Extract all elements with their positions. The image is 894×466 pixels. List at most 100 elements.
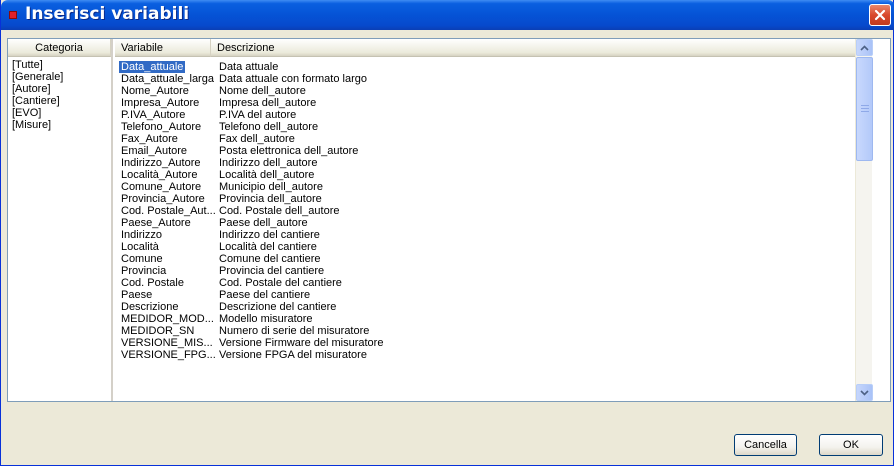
variable-description: Località dell_autore xyxy=(219,169,315,181)
variable-name: Cod. Postale_Aut... xyxy=(121,205,216,217)
table-row[interactable]: MEDIDOR_MOD... Modello misuratore xyxy=(115,313,872,325)
variable-name: MEDIDOR_MOD... xyxy=(121,313,214,325)
variable-column-header[interactable]: Variabile xyxy=(115,39,211,57)
variable-description: Municipio dell_autore xyxy=(219,181,323,193)
variable-name: VERSIONE_MIS... xyxy=(121,337,213,349)
category-item[interactable]: [Cantiere] xyxy=(12,95,63,107)
variable-description: Cod. Postale del cantiere xyxy=(219,277,342,289)
category-item[interactable]: [Generale] xyxy=(12,71,63,83)
variable-description: Posta elettronica dell_autore xyxy=(219,145,359,157)
close-button[interactable] xyxy=(869,4,891,26)
variable-description: Data attuale con formato largo xyxy=(219,73,367,85)
dialog-window: Inserisci variabili Categoria [Tutte] [Ge… xyxy=(0,0,894,466)
ok-button[interactable]: OK xyxy=(819,434,883,456)
variable-name: Località xyxy=(121,241,159,253)
variable-description: Descrizione del cantiere xyxy=(219,301,337,313)
variable-description: Modello misuratore xyxy=(219,313,313,325)
table-row[interactable]: VERSIONE_FPG... Versione FPGA del misurat… xyxy=(115,349,872,361)
variable-name: Provincia xyxy=(121,265,167,277)
close-icon xyxy=(874,9,886,21)
variable-description: Provincia dell_autore xyxy=(219,193,322,205)
variable-description: Località del cantiere xyxy=(219,241,317,253)
category-items: [Tutte] [Generale] [Autore] [Cantiere] [EVO]… xyxy=(12,59,63,131)
variable-name: Fax_Autore xyxy=(121,133,178,145)
variable-name: Comune_Autore xyxy=(121,181,202,193)
table-row[interactable]: Telefono_Autore Telefono dell_autore xyxy=(115,121,872,133)
variable-name: Cod. Postale xyxy=(121,277,184,289)
table-row[interactable]: Comune Comune del cantiere xyxy=(115,253,872,265)
variable-description: Nome dell_autore xyxy=(219,85,306,97)
table-row[interactable]: Località_Autore Località dell_autore xyxy=(115,169,872,181)
table-row[interactable]: Comune_Autore Municipio dell_autore xyxy=(115,181,872,193)
category-item[interactable]: [Autore] xyxy=(12,83,63,95)
variable-name: Impresa_Autore xyxy=(121,97,200,109)
variable-description: Data attuale xyxy=(219,61,279,73)
variable-name: Località_Autore xyxy=(121,169,198,181)
variable-name: MEDIDOR_SN xyxy=(121,325,195,337)
category-item[interactable]: [Tutte] xyxy=(12,59,63,71)
table-row[interactable]: Email_Autore Posta elettronica dell_autor… xyxy=(115,145,872,157)
variable-description: Fax dell_autore xyxy=(219,133,295,145)
content-area: Categoria [Tutte] [Generale] [Autore] [Cant… xyxy=(7,38,891,402)
variable-description: Impresa dell_autore xyxy=(219,97,317,109)
category-list[interactable]: Categoria [Tutte] [Generale] [Autore] [Cant… xyxy=(8,39,113,401)
table-row[interactable]: Località Località del cantiere xyxy=(115,241,872,253)
variable-description: Telefono dell_autore xyxy=(219,121,319,133)
variable-name: Descrizione xyxy=(121,301,179,313)
table-row[interactable]: Indirizzo Indirizzo del cantiere xyxy=(115,229,872,241)
scroll-up-button[interactable] xyxy=(856,39,873,56)
table-row[interactable]: MEDIDOR_SN Numero di serie del misuratore xyxy=(115,325,872,337)
variable-name: Data_attuale_larga xyxy=(121,73,214,85)
table-row[interactable]: Provincia Provincia del cantiere xyxy=(115,265,872,277)
table-row[interactable]: Impresa_Autore Impresa dell_autore xyxy=(115,97,872,109)
variable-name: Provincia_Autore xyxy=(121,193,205,205)
variable-description: Paese dell_autore xyxy=(219,217,308,229)
vertical-scrollbar[interactable] xyxy=(855,39,873,401)
category-item[interactable]: [EVO] xyxy=(12,107,63,119)
thumb-grip xyxy=(861,105,869,106)
chevron-up-icon xyxy=(860,44,869,51)
variable-description: Numero di serie del misuratore xyxy=(219,325,370,337)
scrollbar-thumb[interactable] xyxy=(856,57,873,161)
variable-name: Paese xyxy=(121,289,153,301)
title-bar[interactable]: Inserisci variabili xyxy=(1,0,894,30)
table-row[interactable]: P.IVA_Autore P.IVA del autore xyxy=(115,109,872,121)
table-row[interactable]: Provincia_Autore Provincia dell_autore xyxy=(115,193,872,205)
variable-name: Comune xyxy=(121,253,163,265)
category-item[interactable]: [Misure] xyxy=(12,119,63,131)
variable-description: Indirizzo dell_autore xyxy=(219,157,318,169)
table-row[interactable]: Data_attuale Data attuale xyxy=(115,61,872,73)
variable-rows: Data_attuale Data attuale Data_attuale_lar… xyxy=(115,61,872,361)
variable-name: Nome_Autore xyxy=(121,85,189,97)
variable-name: Indirizzo_Autore xyxy=(121,157,201,169)
table-row[interactable]: Descrizione Descrizione del cantiere xyxy=(115,301,872,313)
scroll-down-button[interactable] xyxy=(856,384,873,401)
variable-description: P.IVA del autore xyxy=(219,109,297,121)
variable-description: Cod. Postale dell_autore xyxy=(219,205,340,217)
cancel-button[interactable]: Cancella xyxy=(734,434,797,456)
variable-name: VERSIONE_FPG... xyxy=(121,349,216,361)
table-row[interactable]: Fax_Autore Fax dell_autore xyxy=(115,133,872,145)
variable-description: Indirizzo del cantiere xyxy=(219,229,320,241)
variable-list[interactable]: Variabile Descrizione Data_attuale Data a… xyxy=(115,39,873,401)
variable-name: Data_attuale xyxy=(119,61,186,73)
table-row[interactable]: Indirizzo_Autore Indirizzo dell_autore xyxy=(115,157,872,169)
variable-description: Versione Firmware del misuratore xyxy=(219,337,384,349)
category-column-header[interactable]: Categoria xyxy=(8,39,111,57)
table-row[interactable]: Nome_Autore Nome dell_autore xyxy=(115,85,872,97)
table-row[interactable]: Cod. Postale Cod. Postale del cantiere xyxy=(115,277,872,289)
chevron-down-icon xyxy=(860,389,869,396)
variable-description: Provincia del cantiere xyxy=(219,265,325,277)
description-column-header[interactable]: Descrizione xyxy=(211,39,872,57)
table-row[interactable]: Data_attuale_larga Data attuale con forma… xyxy=(115,73,872,85)
variable-name: Paese_Autore xyxy=(121,217,191,229)
table-row[interactable]: Paese Paese del cantiere xyxy=(115,289,872,301)
table-row[interactable]: VERSIONE_MIS... Versione Firmware del mis… xyxy=(115,337,872,349)
table-row[interactable]: Paese_Autore Paese dell_autore xyxy=(115,217,872,229)
variable-description: Comune del cantiere xyxy=(219,253,321,265)
app-icon xyxy=(9,11,17,19)
table-row[interactable]: Cod. Postale_Aut... Cod. Postale dell_aut… xyxy=(115,205,872,217)
variable-name: Telefono_Autore xyxy=(121,121,202,133)
variable-name: P.IVA_Autore xyxy=(121,109,186,121)
variable-description: Versione FPGA del misuratore xyxy=(219,349,367,361)
